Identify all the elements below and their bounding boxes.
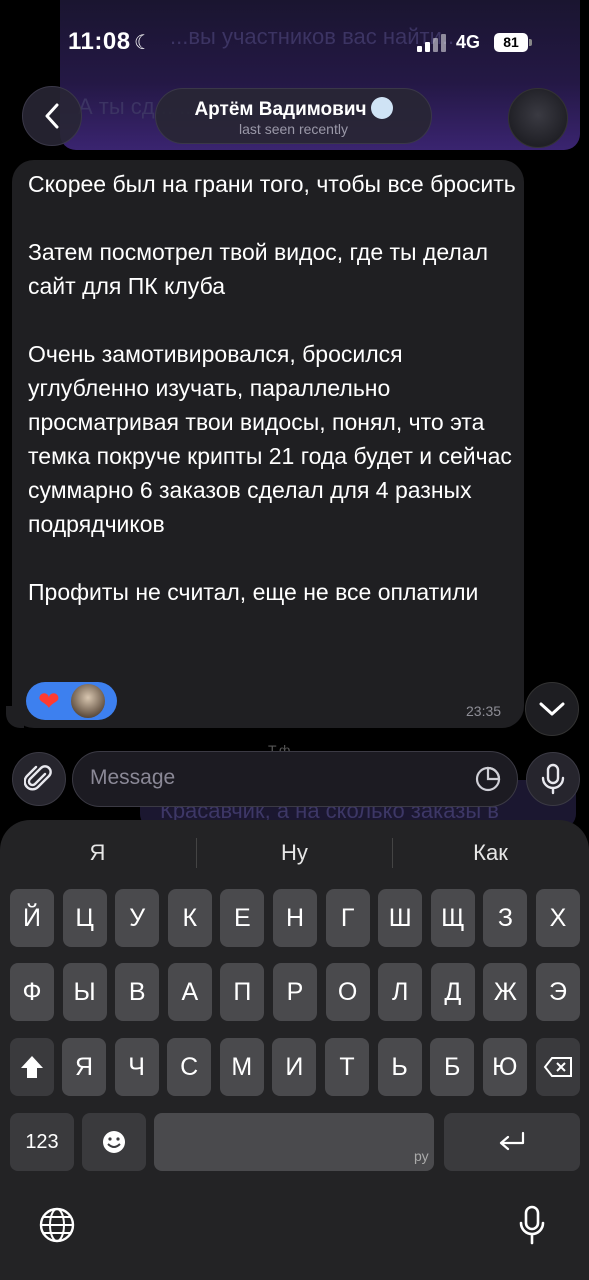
- heart-reaction-icon: ❤: [38, 686, 60, 716]
- network-type: 4G: [456, 32, 481, 52]
- key[interactable]: В: [115, 963, 160, 1021]
- key[interactable]: С: [167, 1038, 212, 1096]
- message-time: 23:35: [466, 703, 502, 719]
- mic-button[interactable]: [526, 752, 580, 806]
- key[interactable]: Ю: [482, 1038, 527, 1096]
- key[interactable]: Ш: [378, 889, 423, 947]
- return-icon: [499, 1131, 525, 1151]
- key[interactable]: Л: [378, 963, 423, 1021]
- key[interactable]: Р: [273, 963, 317, 1021]
- key[interactable]: Я: [62, 1038, 106, 1096]
- contact-avatar[interactable]: [508, 88, 568, 148]
- space-language-label: ру: [414, 1148, 429, 1164]
- attach-button[interactable]: [12, 752, 66, 806]
- chat-header[interactable]: Артём Вадимович last seen recently: [155, 88, 432, 144]
- message-bubble-tail: [6, 706, 24, 728]
- reactor-avatar: [71, 684, 105, 718]
- key[interactable]: З: [483, 889, 528, 947]
- key[interactable]: Т: [325, 1038, 369, 1096]
- key[interactable]: Ы: [62, 963, 107, 1021]
- backspace-key[interactable]: [536, 1038, 580, 1096]
- verified-badge-icon: [370, 97, 393, 119]
- microphone-icon: [541, 763, 565, 795]
- key[interactable]: Е: [220, 889, 265, 947]
- key[interactable]: Й: [10, 889, 54, 947]
- dictation-icon[interactable]: [518, 1205, 546, 1245]
- key[interactable]: Н: [273, 889, 317, 947]
- return-key[interactable]: [444, 1113, 580, 1171]
- key[interactable]: Ж: [483, 963, 528, 1021]
- key[interactable]: Х: [536, 889, 580, 947]
- key[interactable]: М: [219, 1038, 264, 1096]
- backspace-icon: [543, 1057, 572, 1077]
- sticker-icon[interactable]: [474, 765, 502, 793]
- contact-status: last seen recently: [239, 121, 348, 137]
- chevron-left-icon: [45, 103, 59, 129]
- key[interactable]: Щ: [430, 889, 475, 947]
- key[interactable]: П: [220, 963, 265, 1021]
- key[interactable]: К: [167, 889, 212, 947]
- space-key[interactable]: [154, 1113, 434, 1171]
- key[interactable]: Э: [536, 963, 580, 1021]
- chevron-down-icon: [539, 702, 565, 716]
- key[interactable]: Б: [430, 1038, 475, 1096]
- shift-icon: [21, 1056, 43, 1078]
- numbers-key[interactable]: 123: [10, 1113, 74, 1171]
- message-text: Скорее был на грани того, чтобы все брос…: [28, 171, 516, 605]
- scroll-down-button[interactable]: [525, 682, 579, 736]
- message-input-placeholder: Message: [90, 766, 176, 789]
- shift-key[interactable]: [10, 1038, 54, 1096]
- contact-name: Артём Вадимович: [194, 99, 367, 120]
- signal-icon: [417, 34, 449, 52]
- emoji-icon: [103, 1131, 125, 1153]
- key[interactable]: Ч: [114, 1038, 159, 1096]
- key[interactable]: О: [325, 963, 370, 1021]
- contact-name-row: Артём Вадимович: [156, 97, 431, 121]
- key[interactable]: Г: [325, 889, 370, 947]
- battery-icon: 81: [494, 33, 528, 52]
- globe-icon[interactable]: [38, 1206, 76, 1244]
- moon-icon: ☾: [134, 32, 152, 54]
- key[interactable]: А: [167, 963, 212, 1021]
- emoji-key[interactable]: [82, 1113, 146, 1171]
- suggestion-3[interactable]: Как: [393, 840, 588, 866]
- paperclip-icon: [24, 765, 52, 791]
- key[interactable]: Ф: [10, 963, 54, 1021]
- status-time: 11:08: [68, 28, 131, 55]
- back-button[interactable]: [22, 86, 82, 146]
- key[interactable]: Ь: [377, 1038, 422, 1096]
- key[interactable]: Ц: [62, 889, 107, 947]
- key[interactable]: Д: [430, 963, 475, 1021]
- key[interactable]: И: [272, 1038, 317, 1096]
- suggestion-2[interactable]: Ну: [197, 840, 392, 866]
- battery-tip: [529, 39, 532, 46]
- suggestion-1[interactable]: Я: [0, 840, 195, 866]
- key[interactable]: У: [115, 889, 160, 947]
